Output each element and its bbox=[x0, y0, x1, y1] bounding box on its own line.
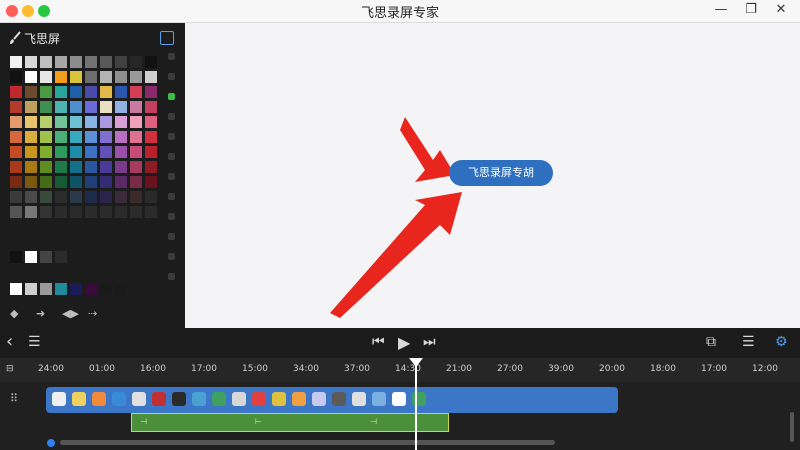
track-clip-thumbnail[interactable] bbox=[132, 392, 146, 406]
track-clip-thumbnail[interactable] bbox=[372, 392, 386, 406]
ruler-tick-label: 20:00 bbox=[599, 364, 625, 374]
ruler-label-icon: ⊟ bbox=[6, 364, 14, 374]
video-track[interactable] bbox=[46, 387, 618, 413]
track-clip-thumbnail[interactable] bbox=[392, 392, 406, 406]
play-icon[interactable]: ▶ bbox=[398, 333, 410, 352]
ruler-tick-label: 17:00 bbox=[701, 364, 727, 374]
ruler-tick-label: 18:00 bbox=[650, 364, 676, 374]
track-clip-thumbnail[interactable] bbox=[312, 392, 326, 406]
ruler-tick-label: 15:00 bbox=[242, 364, 268, 374]
ruler-tick-label: 37:00 bbox=[344, 364, 370, 374]
track-clip-thumbnail[interactable] bbox=[52, 392, 66, 406]
vertical-scrollbar[interactable] bbox=[790, 412, 794, 442]
track-clip-thumbnail[interactable] bbox=[192, 392, 206, 406]
playhead-line[interactable] bbox=[415, 360, 417, 450]
track-clip-thumbnail[interactable] bbox=[332, 392, 346, 406]
ruler-tick-label: 01:00 bbox=[89, 364, 115, 374]
ruler-tick-label: 27:00 bbox=[497, 364, 523, 374]
previous-frame-icon[interactable]: ⏮ bbox=[372, 334, 385, 350]
timeline-tracks: ⠿ ⊣ ⊢ ⊣ bbox=[0, 382, 800, 450]
ruler-tick-label: 24:00 bbox=[38, 364, 64, 374]
back-icon[interactable]: ‹ bbox=[6, 331, 13, 352]
track-clip-thumbnail[interactable] bbox=[112, 392, 126, 406]
track-clip-thumbnail[interactable] bbox=[292, 392, 306, 406]
audio-marker: ⊣ bbox=[140, 417, 147, 426]
ruler-tick-label: 17:00 bbox=[191, 364, 217, 374]
track-clip-thumbnail[interactable] bbox=[92, 392, 106, 406]
next-frame-icon[interactable]: ⏭ bbox=[423, 334, 436, 350]
scroll-start-dot[interactable] bbox=[47, 439, 55, 447]
menu-icon[interactable]: ☰ bbox=[742, 334, 755, 350]
track-clip-thumbnail[interactable] bbox=[252, 392, 266, 406]
ruler-tick-label: 12:00 bbox=[752, 364, 778, 374]
horizontal-scrollbar[interactable] bbox=[60, 440, 555, 445]
ruler-tick-label: 16:00 bbox=[140, 364, 166, 374]
track-clip-thumbnail[interactable] bbox=[232, 392, 246, 406]
callout-bubble[interactable]: 飞思录屏专胡 bbox=[449, 160, 553, 186]
ruler-tick-label: 39:00 bbox=[548, 364, 574, 374]
track-clip-thumbnail[interactable] bbox=[152, 392, 166, 406]
audio-marker: ⊢ bbox=[255, 417, 262, 426]
playhead-marker[interactable] bbox=[409, 358, 423, 367]
ruler-tick-label: 34:00 bbox=[293, 364, 319, 374]
track-clip-thumbnail[interactable] bbox=[72, 392, 86, 406]
track-clip-thumbnail[interactable] bbox=[212, 392, 226, 406]
settings-icon[interactable]: ⚙ bbox=[775, 334, 788, 350]
track-clip-thumbnail[interactable] bbox=[352, 392, 366, 406]
track-clip-thumbnail[interactable] bbox=[172, 392, 186, 406]
audio-marker: ⊣ bbox=[370, 417, 377, 426]
export-icon[interactable]: ⧉ bbox=[706, 334, 716, 350]
list-icon[interactable]: ☰ bbox=[28, 334, 41, 350]
track-grip-icon[interactable]: ⠿ bbox=[10, 392, 18, 405]
playback-toolbar: ‹ ☰ ⏮ ▶ ⏭ ⧉ ☰ ⚙ bbox=[0, 328, 800, 358]
red-arrow-upper bbox=[400, 117, 455, 182]
red-arrow-lower bbox=[330, 192, 462, 318]
track-clip-thumbnail[interactable] bbox=[272, 392, 286, 406]
timeline-ruler[interactable]: ⊟ 24:00 01:00 16:00 17:00 15:00 34:00 37:00 14:… bbox=[0, 358, 800, 382]
ruler-tick-label: 21:00 bbox=[446, 364, 472, 374]
audio-track[interactable]: ⊣ ⊢ ⊣ bbox=[131, 413, 449, 432]
